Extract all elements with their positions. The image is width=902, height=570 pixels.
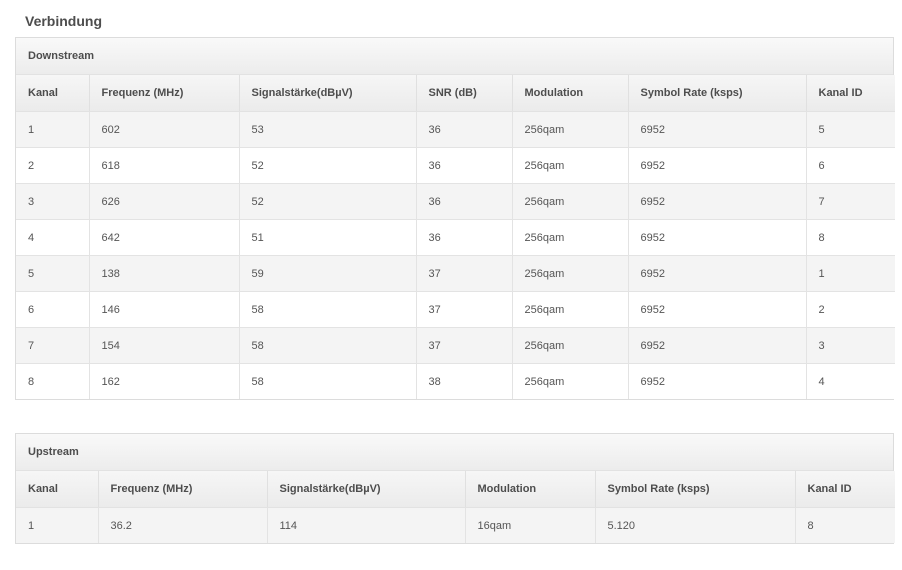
cell-signalstaerke: 58 — [239, 327, 417, 364]
cell-frequenz: 602 — [89, 111, 240, 148]
cell-snr: 36 — [416, 111, 513, 148]
upstream-table: Kanal Frequenz (MHz) Signalstärke(dBµV) … — [16, 471, 895, 543]
cell-kanal: 7 — [16, 327, 90, 364]
cell-modulation: 256qam — [512, 219, 629, 256]
cell-kanal: 3 — [16, 183, 90, 220]
cell-symbol-rate: 6952 — [628, 291, 807, 328]
cell-signalstaerke: 53 — [239, 111, 417, 148]
cell-kanal: 2 — [16, 147, 90, 184]
cell-kanal-id: 3 — [806, 327, 895, 364]
cell-frequenz: 154 — [89, 327, 240, 364]
cell-modulation: 256qam — [512, 111, 629, 148]
cell-symbol-rate: 6952 — [628, 327, 807, 364]
downstream-table: Kanal Frequenz (MHz) Signalstärke(dBµV) … — [16, 75, 895, 399]
cell-snr: 36 — [416, 183, 513, 220]
cell-symbol-rate: 6952 — [628, 219, 807, 256]
downstream-panel: Downstream Kanal Frequenz (MHz) Signalst… — [15, 37, 895, 400]
cell-signalstaerke: 114 — [267, 507, 466, 543]
cell-frequenz: 146 — [89, 291, 240, 328]
column-header-modulation: Modulation — [465, 471, 596, 508]
upstream-header-row: Kanal Frequenz (MHz) Signalstärke(dBµV) … — [16, 471, 895, 508]
cell-signalstaerke: 52 — [239, 183, 417, 220]
column-header-frequenz: Frequenz (MHz) — [98, 471, 268, 508]
column-header-kanal: Kanal — [16, 75, 90, 112]
column-header-frequenz: Frequenz (MHz) — [89, 75, 240, 112]
column-header-kanal: Kanal — [16, 471, 99, 508]
cell-snr: 37 — [416, 255, 513, 292]
downstream-header-row: Kanal Frequenz (MHz) Signalstärke(dBµV) … — [16, 75, 895, 112]
cell-kanal-id: 4 — [806, 363, 895, 399]
table-row: 3 626 52 36 256qam 6952 7 — [16, 183, 895, 220]
column-header-symbol-rate: Symbol Rate (ksps) — [595, 471, 796, 508]
upstream-panel: Upstream Kanal Frequenz (MHz) Signalstär… — [15, 433, 895, 544]
cell-modulation: 256qam — [512, 363, 629, 399]
column-header-signalstaerke: Signalstärke(dBµV) — [267, 471, 466, 508]
column-header-symbol-rate: Symbol Rate (ksps) — [628, 75, 807, 112]
cell-kanal: 1 — [16, 111, 90, 148]
cell-kanal: 4 — [16, 219, 90, 256]
cell-frequenz: 36.2 — [98, 507, 268, 543]
cell-kanal-id: 6 — [806, 147, 895, 184]
cell-frequenz: 626 — [89, 183, 240, 220]
cell-modulation: 256qam — [512, 147, 629, 184]
cell-signalstaerke: 58 — [239, 363, 417, 399]
cell-frequenz: 642 — [89, 219, 240, 256]
cell-modulation: 256qam — [512, 291, 629, 328]
cell-snr: 37 — [416, 291, 513, 328]
cell-signalstaerke: 59 — [239, 255, 417, 292]
cell-snr: 36 — [416, 147, 513, 184]
cell-frequenz: 138 — [89, 255, 240, 292]
column-header-modulation: Modulation — [512, 75, 629, 112]
cell-kanal-id: 8 — [806, 219, 895, 256]
cell-kanal-id: 1 — [806, 255, 895, 292]
cell-modulation: 256qam — [512, 183, 629, 220]
cell-kanal: 6 — [16, 291, 90, 328]
column-header-signalstaerke: Signalstärke(dBµV) — [239, 75, 417, 112]
cell-signalstaerke: 51 — [239, 219, 417, 256]
cell-symbol-rate: 6952 — [628, 363, 807, 399]
cell-symbol-rate: 6952 — [628, 183, 807, 220]
table-row: 4 642 51 36 256qam 6952 8 — [16, 219, 895, 256]
cell-modulation: 256qam — [512, 255, 629, 292]
cell-kanal-id: 2 — [806, 291, 895, 328]
table-row: 5 138 59 37 256qam 6952 1 — [16, 255, 895, 292]
cell-kanal: 5 — [16, 255, 90, 292]
cell-snr: 36 — [416, 219, 513, 256]
cell-symbol-rate: 5.120 — [595, 507, 796, 543]
cell-modulation: 256qam — [512, 327, 629, 364]
cell-snr: 38 — [416, 363, 513, 399]
cell-kanal: 1 — [16, 507, 99, 543]
cell-frequenz: 162 — [89, 363, 240, 399]
cell-kanal-id: 7 — [806, 183, 895, 220]
cell-symbol-rate: 6952 — [628, 111, 807, 148]
cell-frequenz: 618 — [89, 147, 240, 184]
cell-kanal-id: 8 — [795, 507, 895, 543]
cell-signalstaerke: 58 — [239, 291, 417, 328]
cell-signalstaerke: 52 — [239, 147, 417, 184]
table-row: 8 162 58 38 256qam 6952 4 — [16, 363, 895, 399]
cell-kanal-id: 5 — [806, 111, 895, 148]
cell-symbol-rate: 6952 — [628, 147, 807, 184]
table-row: 1 36.2 114 16qam 5.120 8 — [16, 507, 895, 543]
upstream-title: Upstream — [16, 434, 893, 471]
table-row: 2 618 52 36 256qam 6952 6 — [16, 147, 895, 184]
cell-modulation: 16qam — [465, 507, 596, 543]
table-row: 1 602 53 36 256qam 6952 5 — [16, 111, 895, 148]
page-title: Verbindung — [25, 13, 102, 29]
table-row: 6 146 58 37 256qam 6952 2 — [16, 291, 895, 328]
column-header-snr: SNR (dB) — [416, 75, 513, 112]
table-row: 7 154 58 37 256qam 6952 3 — [16, 327, 895, 364]
cell-kanal: 8 — [16, 363, 90, 399]
cell-snr: 37 — [416, 327, 513, 364]
downstream-title: Downstream — [16, 38, 893, 75]
cell-symbol-rate: 6952 — [628, 255, 807, 292]
column-header-kanal-id: Kanal ID — [795, 471, 895, 508]
column-header-kanal-id: Kanal ID — [806, 75, 895, 112]
